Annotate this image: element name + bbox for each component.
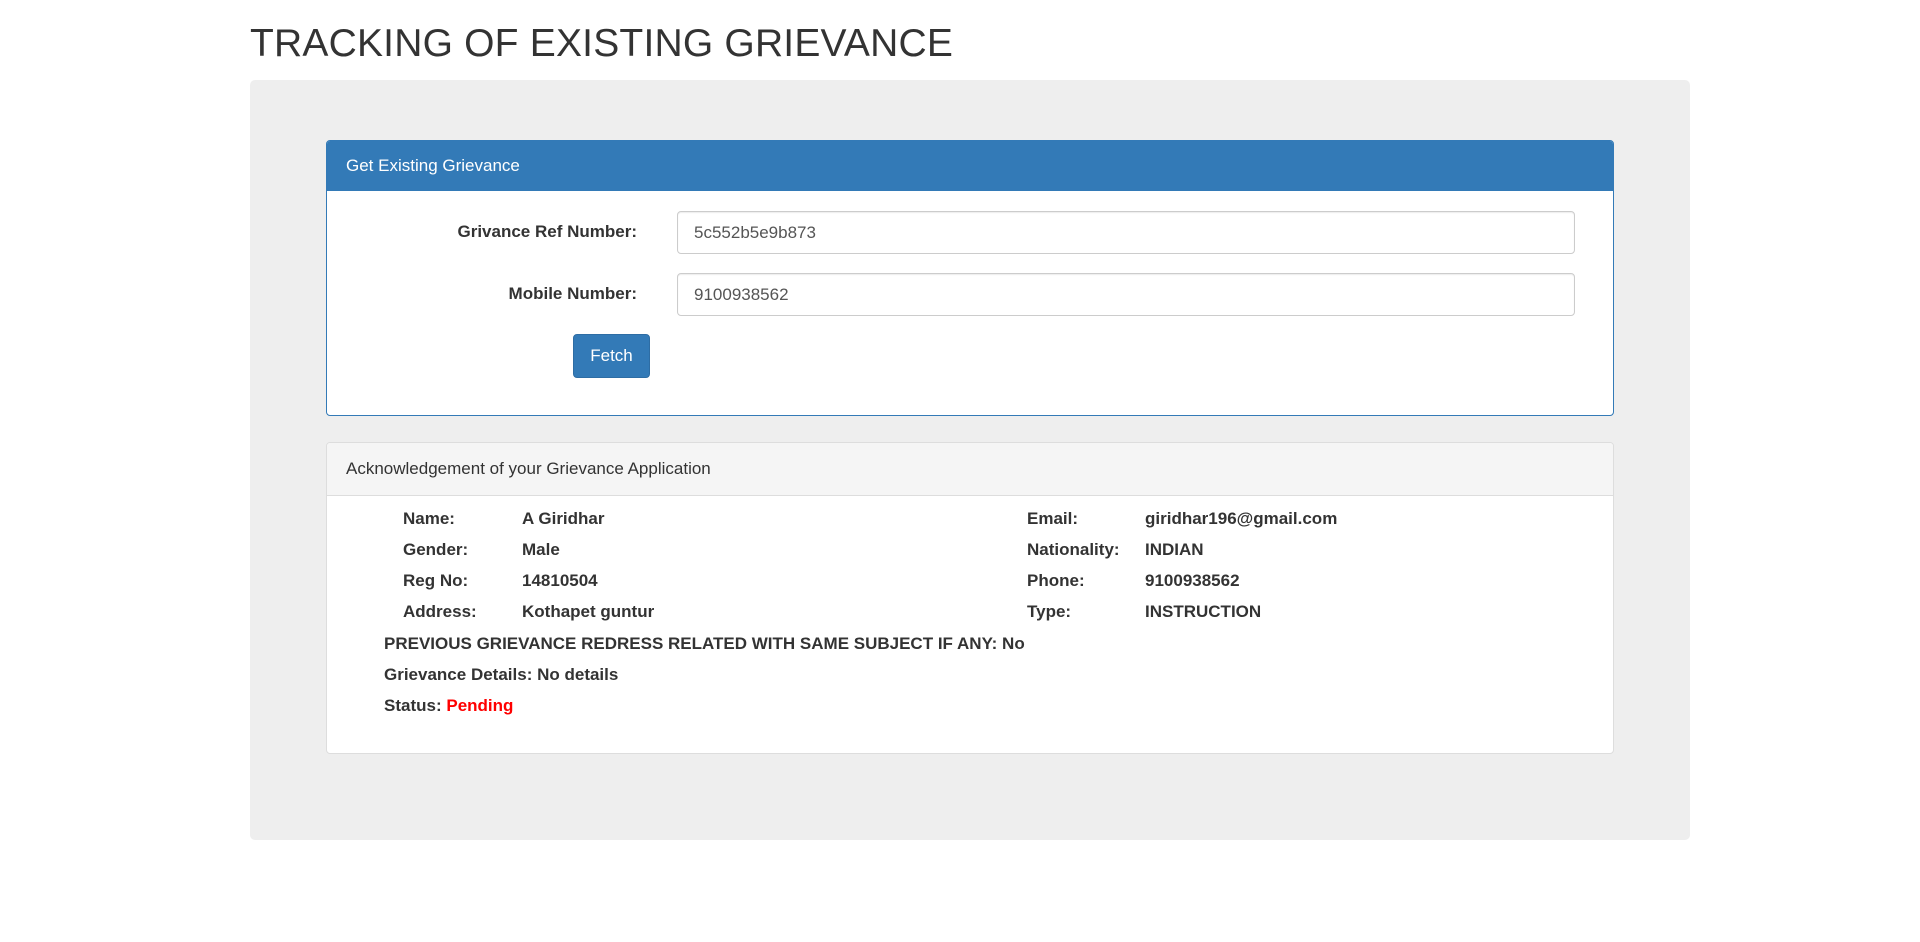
mobile-number-input[interactable] xyxy=(677,273,1575,316)
get-grievance-panel: Get Existing Grievance Grivance Ref Numb… xyxy=(326,140,1614,416)
gender-label: Gender: xyxy=(403,540,469,559)
email-label: Email: xyxy=(1027,509,1079,528)
previous-grievance-value: No xyxy=(1002,634,1025,653)
nationality-value: INDIAN xyxy=(1145,540,1204,559)
page-title: TRACKING OF EXISTING GRIEVANCE xyxy=(250,22,954,65)
gender-value: Male xyxy=(522,540,560,559)
status-line: Status: Pending xyxy=(384,696,513,716)
address-label: Address: xyxy=(403,602,477,621)
grievance-details-value: No details xyxy=(537,665,619,684)
ref-number-row: Grivance Ref Number: xyxy=(327,211,1613,255)
acknowledgement-panel: Acknowledgement of your Grievance Applic… xyxy=(326,442,1614,754)
name-value: A Giridhar xyxy=(522,509,605,528)
reg-no-label: Reg No: xyxy=(403,571,469,590)
fetch-button[interactable]: Fetch xyxy=(573,334,650,378)
acknowledgement-panel-heading: Acknowledgement of your Grievance Applic… xyxy=(327,443,1613,496)
reg-no-value: 14810504 xyxy=(522,571,598,590)
mobile-number-row: Mobile Number: xyxy=(327,273,1613,317)
tracking-well: Get Existing Grievance Grivance Ref Numb… xyxy=(250,80,1690,840)
mobile-number-label: Mobile Number: xyxy=(508,284,637,303)
grievance-details-label: Grievance Details: xyxy=(384,665,533,684)
phone-label: Phone: xyxy=(1027,571,1085,590)
get-grievance-panel-heading: Get Existing Grievance xyxy=(327,141,1613,191)
address-value: Kothapet guntur xyxy=(522,602,655,621)
status-value: Pending xyxy=(446,696,514,715)
phone-value: 9100938562 xyxy=(1145,571,1240,590)
previous-grievance-line: PREVIOUS GRIEVANCE REDRESS RELATED WITH … xyxy=(384,634,1025,654)
previous-grievance-label: PREVIOUS GRIEVANCE REDRESS RELATED WITH … xyxy=(384,634,998,653)
ref-number-label: Grivance Ref Number: xyxy=(457,222,638,241)
nationality-label: Nationality: xyxy=(1027,540,1120,559)
type-value: INSTRUCTION xyxy=(1145,602,1262,621)
name-label: Name: xyxy=(403,509,455,528)
status-label: Status: xyxy=(384,696,442,715)
grievance-details-line: Grievance Details: No details xyxy=(384,665,618,685)
email-value: giridhar196@gmail.com xyxy=(1145,509,1338,528)
type-label: Type: xyxy=(1027,602,1072,621)
ref-number-input[interactable] xyxy=(677,211,1575,254)
